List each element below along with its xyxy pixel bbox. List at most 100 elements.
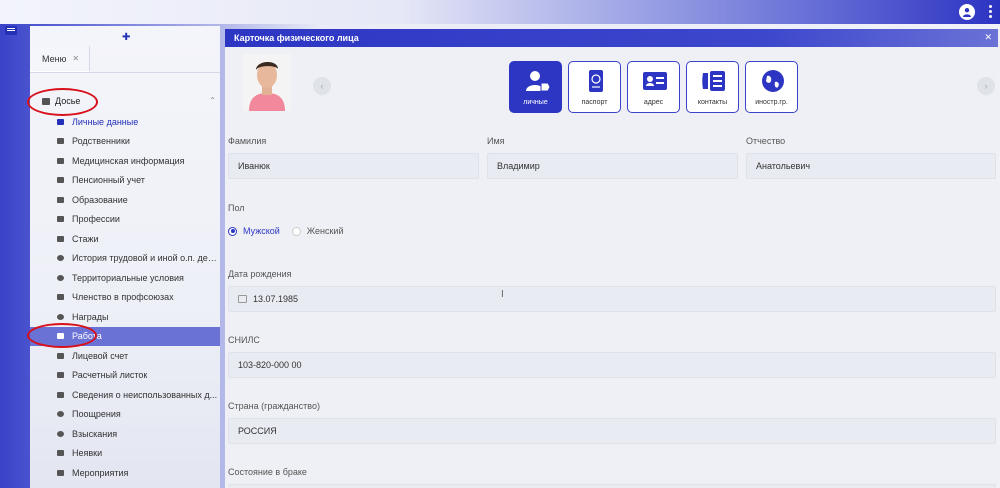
- surname-value: Иванюк: [238, 161, 270, 171]
- medical-doc-icon: [56, 157, 65, 165]
- globe-icon: [56, 274, 65, 282]
- patronymic-input[interactable]: Анатольевич: [746, 153, 996, 179]
- sidebar-item-label: Мероприятия: [72, 467, 129, 478]
- sidebar-item-unused-leave[interactable]: Сведения о неиспользованных д...: [30, 385, 220, 405]
- country-label: Страна (гражданство): [228, 401, 320, 411]
- user-account-icon[interactable]: [959, 4, 975, 20]
- sidebar-item-education[interactable]: Образование: [30, 190, 220, 210]
- gender-male-radio[interactable]: [228, 226, 237, 236]
- gender-female-label[interactable]: Женский: [307, 226, 344, 236]
- award-icon: [56, 313, 65, 321]
- users-icon: [56, 137, 65, 145]
- sidebar-item-label: История трудовой и иной о.п. дея...: [72, 253, 220, 264]
- app-card-icon[interactable]: [5, 26, 17, 35]
- sidebar-item-payslip[interactable]: Расчетный листок: [30, 366, 220, 386]
- text-cursor-icon: I: [501, 289, 504, 300]
- country-input[interactable]: РОССИЯ: [228, 418, 996, 444]
- sidebar-item-experience[interactable]: Стажи: [30, 229, 220, 249]
- panel-title: Карточка физического лица: [234, 33, 359, 43]
- close-icon[interactable]: ✕: [984, 32, 992, 43]
- surname-input[interactable]: Иванюк: [228, 153, 479, 179]
- person-photo[interactable]: [243, 54, 291, 111]
- section-tiles: личные паспорт адрес контакты иностр.гр.: [509, 61, 798, 113]
- sidebar-item-label: Сведения о неиспользованных д...: [72, 389, 218, 400]
- gender-radio-group: Мужской Женский: [228, 226, 343, 236]
- sidebar-item-rewards[interactable]: Поощрения: [30, 405, 220, 425]
- list-icon: [56, 235, 65, 243]
- sidebar-item-events[interactable]: Мероприятия: [30, 463, 220, 483]
- tile-label: паспорт: [581, 99, 608, 106]
- name-input[interactable]: Владимир: [487, 153, 738, 179]
- patronymic-value: Анатольевич: [756, 161, 811, 171]
- sidebar-item-medical[interactable]: Медицинская информация: [30, 151, 220, 171]
- annotation-ellipse-dossier: [27, 88, 98, 116]
- prev-icon[interactable]: ‹: [313, 77, 331, 95]
- top-bar: [0, 0, 1000, 24]
- tile-personal[interactable]: личные: [509, 61, 562, 113]
- next-icon[interactable]: ›: [977, 77, 995, 95]
- sidebar-item-label: Стажи: [72, 233, 99, 244]
- snils-label: СНИЛС: [228, 335, 260, 345]
- beach-icon: [56, 391, 65, 399]
- sidebar-item-professions[interactable]: Профессии: [30, 210, 220, 230]
- sidebar-item-label: Награды: [72, 311, 109, 322]
- tile-contacts[interactable]: контакты: [686, 61, 739, 113]
- panel-header: Карточка физического лица ✕: [225, 29, 998, 47]
- history-icon: [56, 254, 65, 262]
- chevron-up-icon[interactable]: ⌃: [209, 96, 216, 105]
- sidebar-item-label: Пенсионный учет: [72, 175, 145, 186]
- birthdate-label: Дата рождения: [228, 269, 292, 279]
- phone-icon: [702, 71, 725, 91]
- sidebar-item-territorial[interactable]: Территориальные условия: [30, 268, 220, 288]
- sidebar-item-history[interactable]: История трудовой и иной о.п. дея...: [30, 249, 220, 269]
- sidebar-item-label: Расчетный листок: [72, 370, 148, 381]
- close-icon[interactable]: ✕: [72, 54, 79, 63]
- sidebar-items: Личные данные Родственники Медицинская и…: [30, 112, 220, 483]
- tile-label: адрес: [643, 99, 664, 106]
- tile-foreign[interactable]: иностр.гр.: [745, 61, 798, 113]
- calendar-icon: [56, 469, 65, 477]
- glasses-icon: [56, 176, 65, 184]
- marital-input[interactable]: [228, 484, 996, 488]
- birthdate-input[interactable]: 13.07.1985: [228, 286, 996, 312]
- sidebar-item-personal-account[interactable]: Лицевой счет: [30, 346, 220, 366]
- sidebar-item-label: Лицевой счет: [72, 350, 129, 361]
- sidebar-item-label: Медицинская информация: [72, 155, 185, 166]
- more-options-icon[interactable]: [987, 5, 993, 19]
- globe-icon: [762, 70, 784, 92]
- sidebar-item-union[interactable]: Членство в профсоюзах: [30, 288, 220, 308]
- user-group-icon: [56, 293, 65, 301]
- surname-label: Фамилия: [228, 136, 267, 146]
- sad-icon: [56, 430, 65, 438]
- sidebar-item-label: Поощрения: [72, 409, 121, 420]
- tab-menu-label: Меню: [42, 53, 67, 64]
- document-icon: [56, 449, 65, 457]
- person-card-panel: Карточка физического лица ✕ ‹ › личные п…: [225, 29, 998, 488]
- education-icon: [56, 196, 65, 204]
- sidebar-item-label: Членство в профсоюзах: [72, 292, 174, 303]
- sidebar-item-label: Взыскания: [72, 428, 118, 439]
- sidebar-item-absences[interactable]: Неявки: [30, 444, 220, 464]
- sidebar-item-pension[interactable]: Пенсионный учет: [30, 171, 220, 191]
- tab-menu[interactable]: Меню ✕: [30, 46, 90, 72]
- sidebar-item-label: Неявки: [72, 448, 103, 459]
- tile-label: контакты: [697, 99, 728, 106]
- address-card-icon: [643, 72, 667, 90]
- gender-male-label[interactable]: Мужской: [243, 226, 280, 236]
- gender-female-radio[interactable]: [291, 226, 301, 236]
- sidebar-item-penalties[interactable]: Взыскания: [30, 424, 220, 444]
- sidebar-item-label: Личные данные: [72, 116, 139, 127]
- passport-icon: [589, 70, 603, 92]
- sidebar-item-relatives[interactable]: Родственники: [30, 132, 220, 152]
- calendar-icon[interactable]: [238, 295, 247, 303]
- document-icon: [56, 371, 65, 379]
- tile-address[interactable]: адрес: [627, 61, 680, 113]
- document-icon: [56, 352, 65, 360]
- tab-divider: [30, 72, 220, 73]
- sidebar-item-label: Образование: [72, 194, 128, 205]
- snils-input[interactable]: 103-820-000 00: [228, 352, 996, 378]
- marital-label: Состояние в браке: [228, 467, 307, 477]
- tile-passport[interactable]: паспорт: [568, 61, 621, 113]
- person-tag-icon: [526, 71, 550, 92]
- pin-icon[interactable]: ✚: [122, 32, 130, 43]
